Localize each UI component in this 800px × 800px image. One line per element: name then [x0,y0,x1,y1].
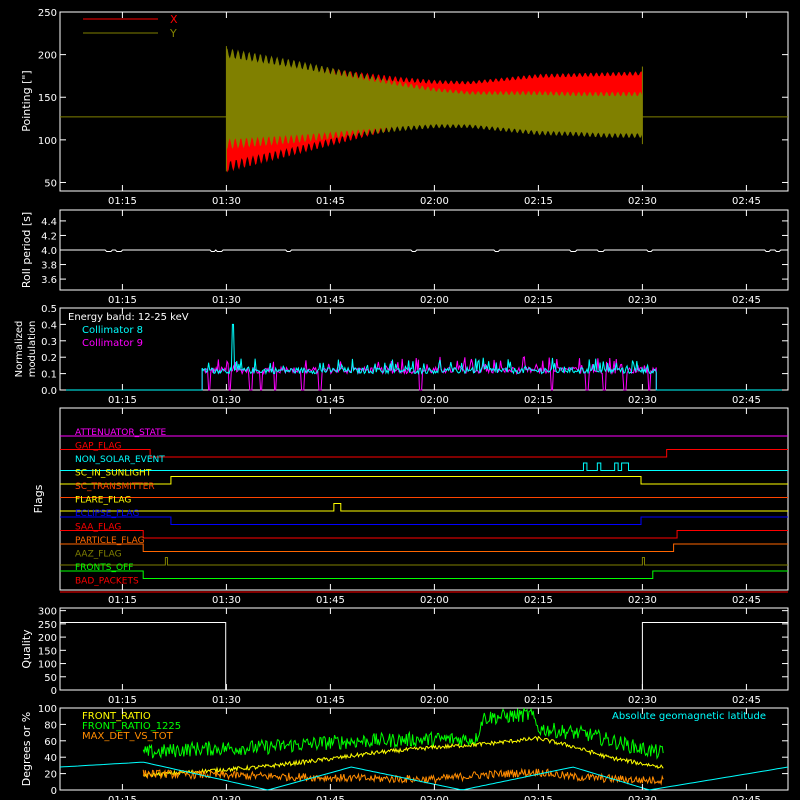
x-tick-label-pointing: 01:30 [212,196,241,207]
x-tick-label-pointing: 02:15 [524,196,553,207]
x-tick-label-ratios: 01:15 [108,795,137,800]
legend-x-label: X [170,13,178,26]
y-tick-label-modulation: 0.5 [41,304,57,315]
x-tick-label-roll: 01:45 [316,295,345,306]
x-tick-label-roll: 01:15 [108,295,137,306]
y-tick-label-roll: 3.8 [41,261,57,272]
x-tick-label-pointing: 01:45 [316,196,345,207]
y-tick-label-modulation: 0.1 [41,370,57,381]
y-tick-label-ratios: 100 [38,704,57,715]
x-tick-label-roll: 02:15 [524,295,553,306]
y-tick-label-roll: 4.4 [41,217,57,228]
y-tick-label-pointing: 200 [38,51,57,62]
x-tick-label-quality: 01:30 [212,695,241,706]
y-tick-label-ratios: 20 [44,770,57,781]
x-tick-label-ratios: 02:00 [420,795,449,800]
energy-band-annotation: Energy band: 12-25 keV [68,312,189,323]
flag-label-eclipse-flag: ECLIPSE_FLAG [75,509,139,519]
y-tick-label-pointing: 100 [38,136,57,147]
x-tick-label-modulation: 02:15 [524,395,553,406]
x-tick-label-modulation: 02:45 [732,395,761,406]
y-tick-label-modulation: 0.0 [41,386,57,397]
x-tick-label-ratios: 02:30 [628,795,657,800]
modulation-ylabel-line1: Normalized [14,321,25,378]
x-tick-label-roll: 02:00 [420,295,449,306]
x-tick-label-quality: 01:15 [108,695,137,706]
x-tick-label-flags: 02:15 [524,595,553,606]
x-tick-label-pointing: 02:00 [420,196,449,207]
x-tick-label-roll: 01:30 [212,295,241,306]
legend-geomagnetic-latitude: Absolute geomagnetic latitude [612,711,766,722]
ratios-ylabel: Degrees or % [20,712,33,786]
y-tick-label-modulation: 0.2 [41,353,57,364]
y-tick-label-modulation: 0.4 [41,320,57,331]
y-tick-label-roll: 4.2 [41,231,57,242]
flag-label-particle-flag: PARTICLE_FLAG [75,536,145,546]
x-tick-label-flags: 01:45 [316,595,345,606]
legend-collimator-8: Collimator 8 [82,325,143,336]
x-tick-label-quality: 02:30 [628,695,657,706]
flag-label-bad-packets: BAD_PACKETS [75,577,139,587]
y-tick-label-quality: 100 [38,660,57,671]
x-tick-label-quality: 02:00 [420,695,449,706]
x-tick-label-modulation: 01:15 [108,395,137,406]
y-tick-label-pointing: 150 [38,93,57,104]
x-tick-label-quality: 02:45 [732,695,761,706]
x-tick-label-ratios: 01:45 [316,795,345,800]
roll-ylabel: Roll period [s] [20,212,33,288]
x-tick-label-flags: 01:30 [212,595,241,606]
flag-label-non-solar-event: NON_SOLAR_EVENT [75,455,165,465]
y-tick-label-ratios: 80 [44,720,57,731]
quicklook-figure: Pointing ["] X Y 01:15 01:30 01:45 02:00 02:… [0,0,800,800]
x-tick-label-ratios: 01:30 [212,795,241,800]
flag-label-fronts-off: FRONTS_OFF [75,563,133,573]
flag-label-attenuator-state: ATTENUATOR_STATE [75,428,167,438]
x-tick-label-flags: 01:15 [108,595,137,606]
flags-ylabel: Flags [32,484,45,513]
x-tick-label-quality: 01:45 [316,695,345,706]
x-tick-label-quality: 02:15 [524,695,553,706]
y-tick-label-roll: 4.0 [41,246,57,257]
x-tick-label-modulation: 01:30 [212,395,241,406]
x-tick-label-flags: 02:45 [732,595,761,606]
flag-label-sc-in-sunlight: SC_IN_SUNLIGHT [75,469,152,479]
flag-label-sc-transmitter: SC_TRANSMITTER [75,482,155,492]
y-tick-label-ratios: 0 [51,786,57,797]
quality-ylabel: Quality [20,629,33,669]
flag-label-saa-flag: SAA_FLAG [75,523,121,533]
y-tick-label-roll: 3.6 [41,275,57,286]
x-tick-label-roll: 02:30 [628,295,657,306]
y-tick-label-pointing: 250 [38,8,57,19]
y-tick-label-modulation: 0.3 [41,337,57,348]
x-tick-label-ratios: 02:15 [524,795,553,800]
y-tick-label-quality: 0 [51,686,57,697]
x-tick-label-pointing: 01:15 [108,196,137,207]
x-tick-label-flags: 02:00 [420,595,449,606]
legend-max-det-vs-tot: MAX_DET_VS_TOT [82,731,174,742]
y-tick-label-pointing: 50 [44,178,57,189]
y-tick-label-quality: 50 [44,673,57,684]
y-tick-label-quality: 300 [38,607,57,618]
x-tick-label-modulation: 01:45 [316,395,345,406]
legend-y-label: Y [169,27,177,40]
y-tick-label-quality: 150 [38,646,57,657]
y-tick-label-ratios: 60 [44,737,57,748]
y-tick-label-ratios: 40 [44,753,57,764]
legend-collimator-9: Collimator 9 [82,338,143,349]
x-tick-label-modulation: 02:30 [628,395,657,406]
x-tick-label-flags: 02:30 [628,595,657,606]
flag-label-aaz-flag: AAZ_FLAG [75,550,122,560]
y-tick-label-quality: 200 [38,633,57,644]
x-tick-label-pointing: 02:45 [732,196,761,207]
x-tick-label-modulation: 02:00 [420,395,449,406]
modulation-ylabel-line2: modulation [27,321,38,378]
pointing-ylabel: Pointing ["] [20,70,33,131]
flag-label-flare-flag: FLARE_FLAG [75,496,131,506]
x-tick-label-ratios: 02:45 [732,795,761,800]
x-tick-label-pointing: 02:30 [628,196,657,207]
x-tick-label-roll: 02:45 [732,295,761,306]
flag-label-gap-flag: GAP_FLAG [75,442,121,452]
y-tick-label-quality: 250 [38,620,57,631]
